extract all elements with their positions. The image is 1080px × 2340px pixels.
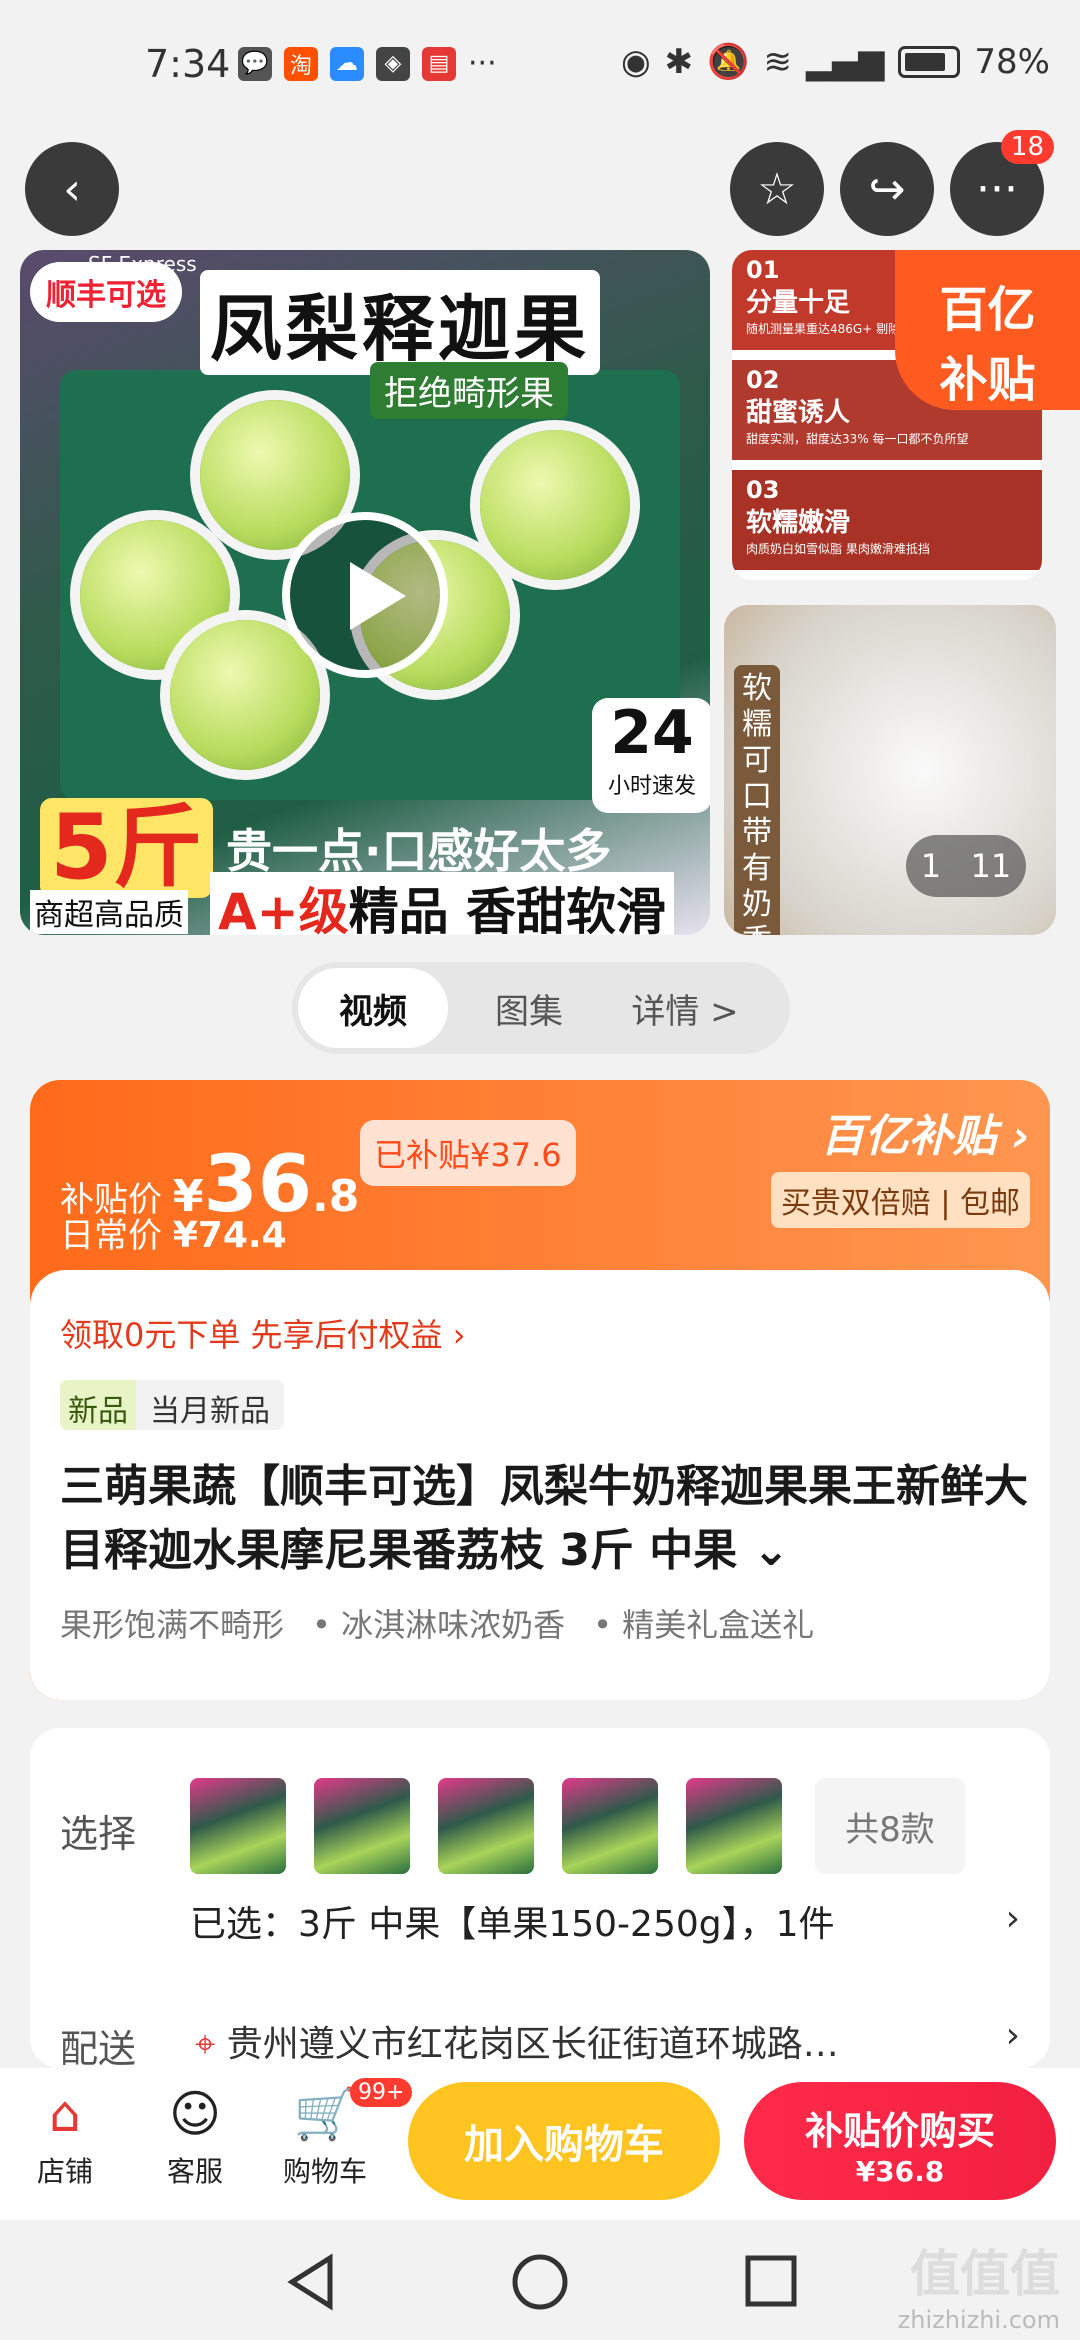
selected-sku: 已选：3斤 中果【单果150-250g】，1件 (190, 1904, 835, 1945)
image-subtitle: 拒绝畸形果 (370, 362, 568, 419)
tab-0[interactable]: 视频 (298, 968, 448, 1048)
shop-button[interactable]: ⌂ 店铺 (10, 2084, 120, 2190)
image-shop-quality: 商超高品质 (30, 890, 188, 934)
price-card: 补贴价 ¥36.8 已补贴¥37.6 日常价 ¥74.4 百亿补贴 › 买贵双倍… (30, 1080, 1050, 1700)
chevron-right-icon[interactable]: › (1006, 2015, 1020, 2056)
sku-thumbnail[interactable] (562, 1778, 658, 1874)
tab-2[interactable]: 详情 > (610, 968, 760, 1048)
chevron-left-icon: ‹ (63, 163, 81, 215)
new-product-tag: 新品 当月新品 (60, 1380, 284, 1430)
play-icon[interactable] (282, 512, 448, 678)
select-label: 选择 (60, 1812, 137, 1856)
favorite-button[interactable]: ☆ (730, 142, 824, 236)
weight-badge: 5斤 (40, 798, 213, 898)
product-info: 领取0元下单 先享后付权益 › 新品 当月新品 三萌果蔬【顺丰可选】凤梨牛奶释迦… (30, 1270, 1050, 1700)
shipping-label: 配送 (60, 2027, 137, 2071)
sku-thumbnails (190, 1778, 782, 1874)
status-app-icons: 💬 淘 ☁ ◈ ▤ ··· (238, 46, 497, 81)
bottom-action-bar: ⌂ 店铺 ☺ 客服 🛒 99+ 购物车 加入购物车 补贴价购买 ¥36.8 (0, 2068, 1080, 2220)
subsidy-corner-badge: 百亿 补贴 (895, 250, 1080, 410)
image-slogan-grade: A+级精品 香甜软滑 (210, 872, 675, 935)
share-icon: ↪ (868, 163, 906, 215)
cart-badge: 99+ (350, 2078, 413, 2107)
message-badge: 18 (1000, 130, 1054, 164)
bluetooth-icon: ✱ (664, 42, 694, 82)
more-icon: ··· (976, 163, 1018, 215)
billion-subsidy-link[interactable]: 百亿补贴 › (821, 1100, 1030, 1164)
subsidized-amount-chip: 已补贴¥37.6 (360, 1120, 576, 1186)
pay-later-link[interactable]: 领取0元下单 先享后付权益 › (60, 1310, 466, 1356)
taobao-icon: 淘 (284, 46, 318, 81)
buy-now-button[interactable]: 补贴价购买 ¥36.8 (744, 2082, 1056, 2200)
shipping-address[interactable]: ⌖ 贵州遵义市红花岗区长征街道环城路… (195, 2015, 985, 2067)
image-title: 凤梨释迦果 (200, 270, 601, 375)
tab-1[interactable]: 图集 (454, 968, 604, 1048)
store-icon: ⌂ (49, 2085, 81, 2143)
system-nav-bar: 值值值 zhizhizhi.com (0, 2220, 1080, 2340)
app-icon: ◈ (376, 46, 410, 81)
product-features: 果形饱满不畸形 • 冰淇淋味浓奶香 • 精美礼盒送礼 (60, 1606, 815, 1644)
guarantee-tag: 买贵双倍赔 | 包邮 (770, 1172, 1030, 1228)
book-icon: ▤ (422, 46, 456, 81)
nav-home-icon[interactable] (512, 2254, 568, 2310)
fruit-image (480, 430, 630, 580)
mute-icon: 🔕 (707, 42, 750, 82)
product-page: 7:34 💬 淘 ☁ ◈ ▤ ··· ◉ ✱ 🔕 ≋ ▂▄▆ 78% ‹ ☆ ↪ ··· … (0, 0, 1080, 2340)
star-icon: ☆ (757, 163, 797, 215)
media-tabs: 视频 图集 详情 > (292, 962, 790, 1054)
media-gallery: 顺丰可选 SF Express 凤梨释迦果 拒绝畸形果 24 小时速发 5斤 贵… (0, 250, 1080, 940)
daily-price: 日常价 ¥74.4 (60, 1215, 287, 1256)
cart-button[interactable]: 🛒 99+ 购物车 (270, 2078, 413, 2190)
sku-thumbnail[interactable] (438, 1778, 534, 1874)
cart-icon: 🛒 99+ (292, 2078, 413, 2144)
eye-icon: ◉ (620, 42, 651, 82)
weather-icon: ☁ (330, 46, 364, 81)
status-bar: 7:34 💬 淘 ☁ ◈ ▤ ··· ◉ ✱ 🔕 ≋ ▂▄▆ 78% (0, 0, 1080, 130)
feature-row-3: 03 软糯嫩滑 肉质奶白如雪似脂 果肉嫩滑难抵挡 (732, 470, 1042, 570)
wifi-icon: ≋ (763, 42, 792, 82)
status-right: ◉ ✱ 🔕 ≋ ▂▄▆ 78% (621, 42, 1050, 82)
signal-icon: ▂▄▆ (805, 42, 885, 82)
location-pin-icon: ⌖ (195, 2024, 216, 2065)
sku-count[interactable]: 共8款 (815, 1778, 965, 1874)
status-time: 7:34 (145, 42, 231, 86)
back-button[interactable]: ‹ (25, 142, 119, 236)
nav-recent-icon[interactable] (745, 2255, 797, 2307)
battery-icon (898, 46, 961, 78)
customer-service-button[interactable]: ☺ 客服 (140, 2084, 250, 2190)
sku-thumbnail[interactable] (190, 1778, 286, 1874)
watermark: 值值值 zhizhizhi.com (897, 2245, 1060, 2334)
more-notifications-icon: ··· (468, 46, 497, 81)
shipping-24h-badge: 24 小时速发 (592, 698, 710, 813)
chevron-right-icon[interactable]: › (1006, 1898, 1020, 1939)
more-button[interactable]: ··· 18 (950, 130, 1054, 236)
vertical-caption: 软糯可口 带有奶香 (734, 665, 780, 935)
product-title[interactable]: 三萌果蔬【顺丰可选】凤梨牛奶释迦果果王新鲜大目释迦水果摩尼果番荔枝 3斤 中果 … (60, 1455, 1030, 1583)
image-counter: 1 11 (906, 835, 1026, 897)
main-video-thumbnail[interactable]: 顺丰可选 SF Express 凤梨释迦果 拒绝畸形果 24 小时速发 5斤 贵… (20, 250, 710, 935)
sku-thumbnail[interactable] (686, 1778, 782, 1874)
share-button[interactable]: ↪ (840, 142, 934, 236)
nav-back-icon[interactable] (287, 2253, 333, 2311)
sku-selection-card[interactable]: 选择 共8款 已选：3斤 中果【单果150-250g】，1件 › 配送 ⌖ 贵州… (30, 1728, 1050, 2071)
sf-express-label: SF Express (88, 252, 197, 276)
sku-thumbnail[interactable] (314, 1778, 410, 1874)
add-to-cart-button[interactable]: 加入购物车 (408, 2082, 720, 2200)
chat-icon: ☺ (168, 2085, 222, 2143)
top-nav: ‹ ☆ ↪ ··· 18 (0, 130, 1080, 250)
battery-percent: 78% (974, 42, 1050, 82)
wechat-icon: 💬 (238, 46, 272, 81)
